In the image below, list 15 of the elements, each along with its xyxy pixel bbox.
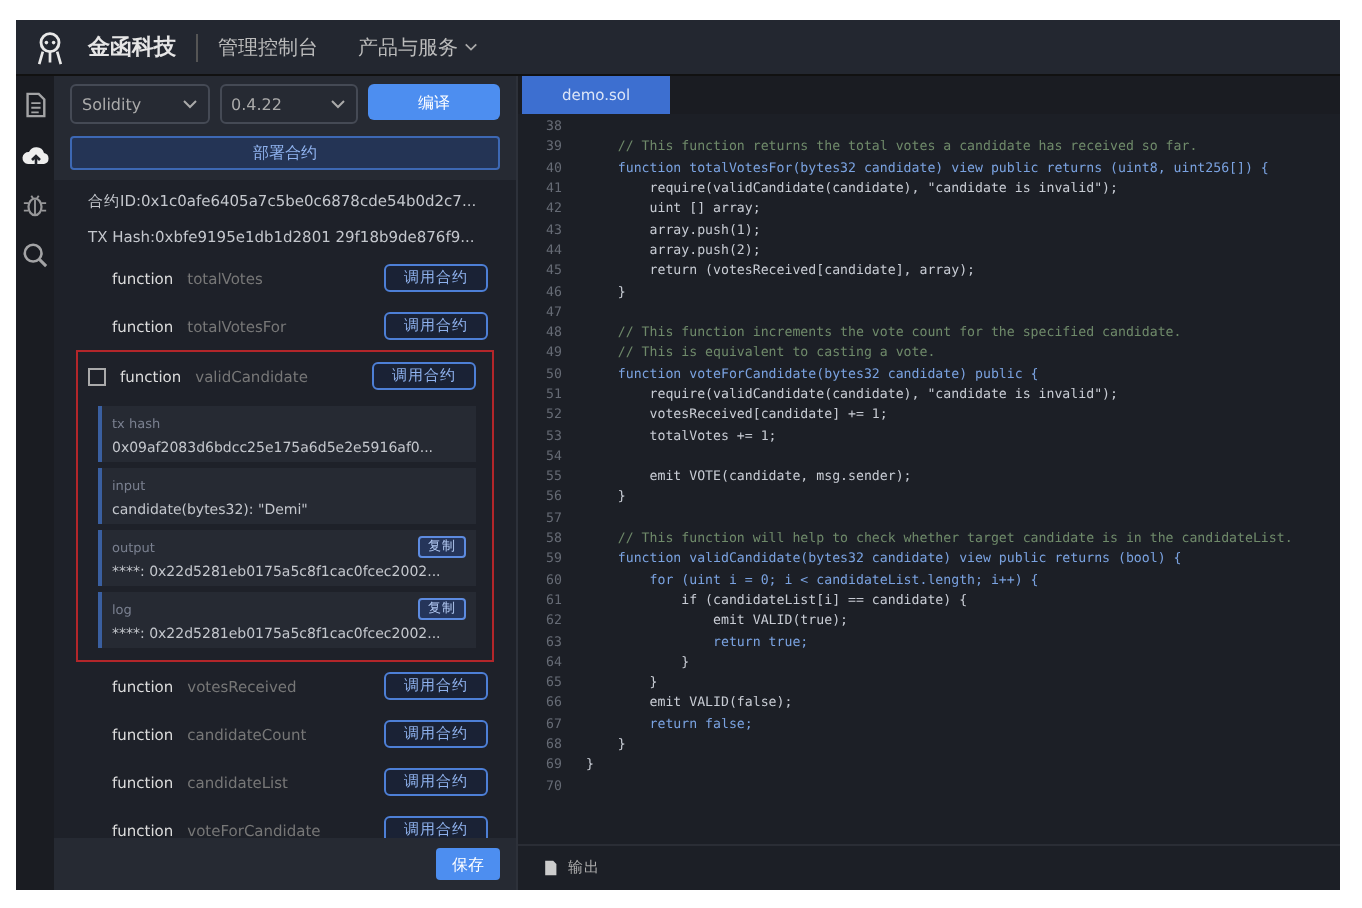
nav-link[interactable]: 产品与服务	[358, 33, 478, 61]
language-select[interactable]: Solidity	[70, 84, 209, 124]
checkbox[interactable]	[88, 367, 106, 385]
search-icon[interactable]	[22, 242, 48, 268]
deploy-button[interactable]: 部署合约	[70, 136, 500, 170]
nav-link[interactable]: 管理控制台	[218, 33, 318, 61]
bug-icon[interactable]	[22, 192, 48, 218]
document-icon[interactable]	[542, 860, 558, 876]
robot-logo-icon	[32, 29, 68, 65]
chevron-icon	[330, 96, 346, 112]
logo-text: 金函科技	[88, 32, 176, 62]
document-icon[interactable]	[22, 92, 48, 118]
chevron-icon	[181, 96, 197, 112]
version-select[interactable]: 0.4.22	[219, 84, 358, 124]
cloud-upload-icon[interactable]	[21, 141, 49, 169]
